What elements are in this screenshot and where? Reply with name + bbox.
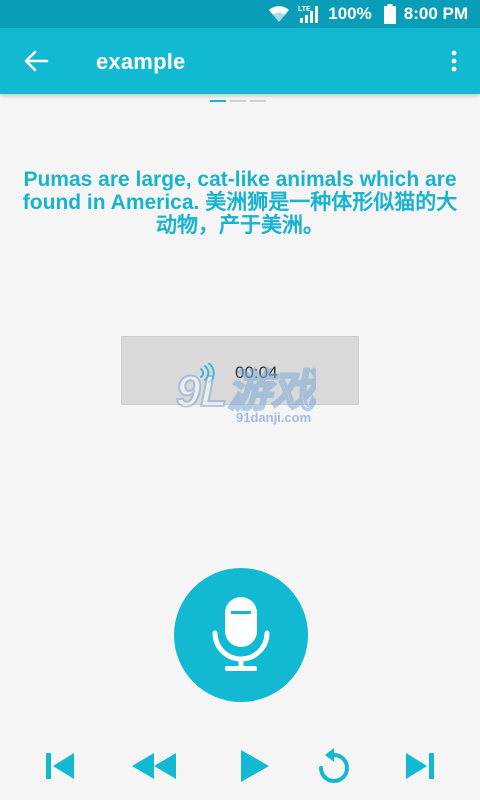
more-vert-icon bbox=[451, 50, 457, 72]
page-dot-1[interactable] bbox=[210, 100, 226, 102]
page-dot-3[interactable] bbox=[250, 100, 266, 102]
replay-icon bbox=[319, 748, 349, 783]
arrow-left-icon bbox=[24, 50, 49, 72]
app-bar: example bbox=[0, 28, 480, 94]
watermark-logo-text: 9L游戏 bbox=[176, 367, 316, 416]
microphone-icon bbox=[212, 597, 270, 671]
skip-previous-icon bbox=[46, 753, 74, 779]
play-icon bbox=[241, 750, 269, 782]
more-options-button[interactable] bbox=[444, 47, 464, 75]
page-title: example bbox=[96, 49, 186, 74]
status-bar: LTE 100% 8:00 PM bbox=[0, 0, 480, 28]
watermark-site: 91danji.com bbox=[236, 410, 311, 425]
rewind-button[interactable] bbox=[128, 746, 180, 786]
clock: 8:00 PM bbox=[403, 4, 468, 23]
rewind-icon bbox=[132, 753, 176, 779]
example-sentence: Pumas are large, cat-like animals which … bbox=[22, 168, 458, 237]
battery-percent: 100% bbox=[328, 4, 372, 23]
playback-controls bbox=[0, 746, 480, 790]
watermark-logo: 9L游戏 91danji.com bbox=[176, 366, 316, 425]
skip-next-icon bbox=[406, 753, 434, 779]
battery-icon bbox=[383, 4, 396, 24]
back-button[interactable] bbox=[18, 45, 54, 77]
play-button[interactable] bbox=[234, 746, 274, 786]
signal-icon: LTE bbox=[298, 4, 320, 24]
network-label: LTE bbox=[298, 6, 311, 13]
skip-previous-button[interactable] bbox=[40, 746, 80, 786]
skip-next-button[interactable] bbox=[400, 746, 440, 786]
page-indicator bbox=[210, 100, 266, 102]
replay-button[interactable] bbox=[314, 746, 354, 786]
page-dot-2[interactable] bbox=[230, 100, 246, 102]
record-button[interactable] bbox=[174, 568, 308, 702]
wifi-icon bbox=[268, 5, 290, 23]
